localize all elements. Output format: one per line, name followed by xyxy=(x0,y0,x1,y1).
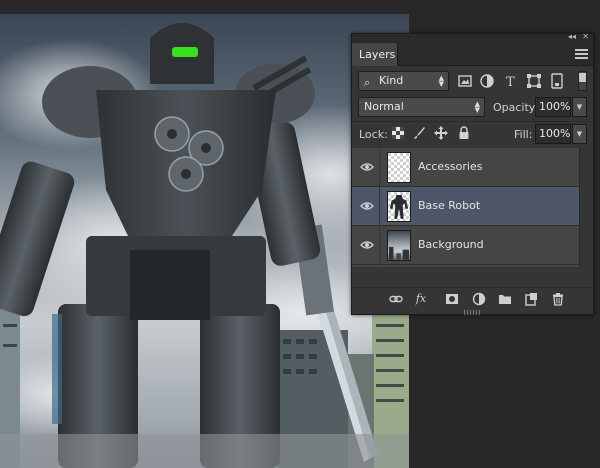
close-icon[interactable]: ✕ xyxy=(582,32,589,42)
fx-icon[interactable]: fx xyxy=(414,292,428,306)
opacity-label: Opacity: xyxy=(493,101,539,114)
robot-artwork xyxy=(0,23,409,468)
link-layers-icon[interactable] xyxy=(389,292,403,306)
fill-dropdown-button[interactable]: ▼ xyxy=(572,124,587,144)
resize-grip[interactable] xyxy=(464,310,482,315)
lock-row: Lock: Fill: 100% ▼ xyxy=(352,121,593,147)
panel-header-strip: ◂◂ ✕ xyxy=(352,32,593,43)
layers-bottom-bar: fx xyxy=(352,287,593,309)
visibility-toggle[interactable] xyxy=(352,226,380,265)
layer-thumbnail xyxy=(387,191,411,222)
city-thumbnail-icon xyxy=(388,246,410,260)
lock-label: Lock: xyxy=(359,128,388,141)
layers-panel: ◂◂ ✕ Layers ⌕ Kind ▲ ▼ T Normal ▲ ▼ Opac… xyxy=(351,32,594,315)
layer-thumbnail xyxy=(387,230,411,261)
eye-icon xyxy=(360,202,374,210)
lock-image-icon[interactable] xyxy=(412,126,426,140)
filter-toggle[interactable] xyxy=(578,71,587,91)
lock-position-icon[interactable] xyxy=(434,126,448,140)
opacity-dropdown-button[interactable]: ▼ xyxy=(572,97,587,117)
layer-thumbnail xyxy=(387,152,411,183)
type-filter-icon[interactable]: T xyxy=(503,73,519,89)
fill-label: Fill: xyxy=(514,128,533,141)
layer-name: Background xyxy=(418,238,484,251)
trash-icon[interactable] xyxy=(551,292,565,306)
new-group-icon[interactable] xyxy=(498,292,512,306)
layer-name: Base Robot xyxy=(418,199,481,212)
blend-row: Normal ▲ ▼ Opacity: 100% ▼ xyxy=(352,94,593,120)
layer-list-scrollbar[interactable] xyxy=(579,148,593,267)
adjustment-filter-icon[interactable] xyxy=(479,73,495,89)
layer-name: Accessories xyxy=(418,160,483,173)
layer-row-background[interactable]: Background xyxy=(352,226,579,265)
filter-kind-label: Kind xyxy=(379,74,404,87)
filter-row: ⌕ Kind ▲ ▼ T xyxy=(352,68,593,94)
eye-icon xyxy=(360,163,374,171)
adjustment-layer-icon[interactable] xyxy=(472,292,486,306)
blend-mode-select[interactable]: Normal ▲ ▼ xyxy=(358,97,485,117)
visibility-toggle[interactable] xyxy=(352,148,380,187)
shape-filter-icon[interactable] xyxy=(526,73,542,89)
eye-icon xyxy=(360,241,374,249)
tab-layers[interactable]: Layers xyxy=(352,43,398,66)
visibility-toggle[interactable] xyxy=(352,187,380,226)
updown-arrows-icon: ▲ ▼ xyxy=(438,74,444,88)
search-icon: ⌕ xyxy=(364,76,371,89)
blend-mode-value: Normal xyxy=(364,100,404,113)
lock-all-icon[interactable] xyxy=(457,126,471,140)
robot-thumbnail-icon xyxy=(389,195,409,219)
fill-input[interactable]: 100% xyxy=(535,124,571,144)
panel-tab-bar: Layers xyxy=(352,43,593,66)
opacity-input[interactable]: 100% xyxy=(535,97,571,117)
svg-text:T: T xyxy=(506,75,515,89)
filter-kind-select[interactable]: ⌕ Kind ▲ ▼ xyxy=(358,71,449,91)
lock-transparent-icon[interactable] xyxy=(391,126,405,140)
layer-row-accessories[interactable]: Accessories xyxy=(352,148,579,187)
updown-arrows-icon: ▲ ▼ xyxy=(474,100,480,114)
layer-list: Accessories Base Robot Background xyxy=(352,148,579,267)
document-canvas[interactable] xyxy=(0,14,409,468)
new-layer-icon[interactable] xyxy=(524,292,538,306)
double-chevron-icon[interactable]: ◂◂ xyxy=(568,32,576,42)
image-filter-icon[interactable] xyxy=(457,73,473,89)
panel-menu-icon[interactable] xyxy=(575,49,588,59)
add-mask-icon[interactable] xyxy=(445,292,459,306)
robot-eyes xyxy=(172,47,198,57)
smart-object-filter-icon[interactable] xyxy=(549,73,565,89)
layer-row-base-robot[interactable]: Base Robot xyxy=(352,187,579,226)
